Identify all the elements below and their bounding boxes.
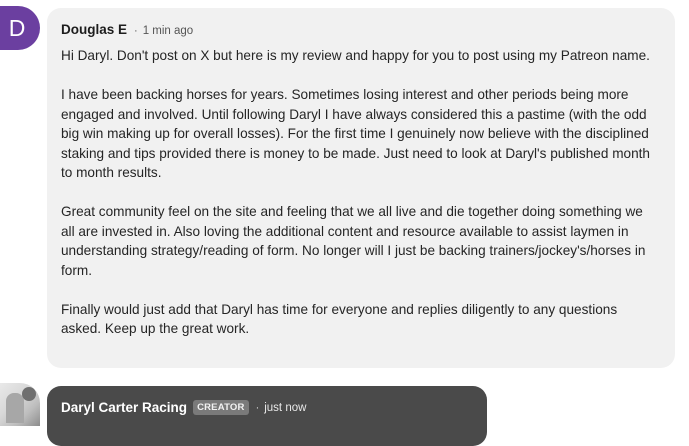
avatar-photo-head bbox=[22, 387, 36, 401]
avatar-letter: D bbox=[8, 14, 26, 41]
comment-paragraph: Hi Daryl. Don't post on X but here is my… bbox=[61, 48, 650, 63]
comment-body: Hi Daryl. Don't post on X but here is my… bbox=[61, 46, 659, 339]
comment-paragraph: I have been backing horses for years. So… bbox=[61, 87, 650, 180]
comment-header: Douglas E · 1 min ago bbox=[61, 22, 659, 42]
comment-bubble: Douglas E · 1 min ago Hi Daryl. Don't po… bbox=[47, 8, 675, 368]
separator-dot: · bbox=[255, 401, 260, 414]
comment-timestamp[interactable]: 1 min ago bbox=[143, 25, 194, 37]
reply-bubble: Daryl Carter Racing CREATOR · just now bbox=[47, 386, 487, 446]
separator-dot: · bbox=[134, 25, 138, 37]
creator-avatar[interactable] bbox=[0, 383, 40, 426]
reply-timestamp[interactable]: just now bbox=[264, 402, 306, 414]
comment-author[interactable]: Douglas E bbox=[61, 22, 127, 37]
reply-author[interactable]: Daryl Carter Racing bbox=[61, 400, 187, 415]
reply-header: Daryl Carter Racing CREATOR · just now bbox=[61, 400, 473, 415]
commenter-avatar[interactable]: D bbox=[0, 6, 40, 50]
avatar-photo-figure bbox=[6, 393, 24, 423]
comment-paragraph: Finally would just add that Daryl has ti… bbox=[61, 301, 618, 337]
comment-paragraph: Great community feel on the site and fee… bbox=[61, 204, 646, 278]
creator-badge: CREATOR bbox=[193, 400, 249, 415]
